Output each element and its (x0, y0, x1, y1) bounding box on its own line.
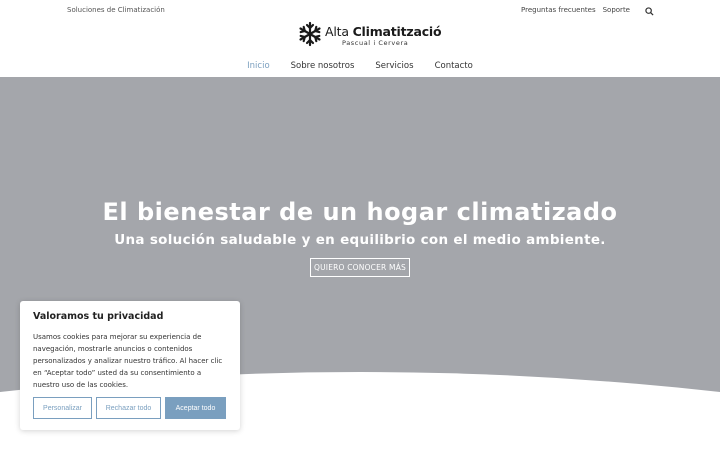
customize-button[interactable]: Personalizar (33, 397, 92, 419)
top-links: Preguntas frecuentes Soporte (521, 6, 630, 14)
nav-item-contacto[interactable]: Contacto (435, 61, 473, 71)
logo-subtitle: Pascual i Cervera (342, 39, 409, 47)
reject-all-button[interactable]: Rechazar todo (96, 397, 161, 419)
support-link[interactable]: Soporte (603, 6, 630, 14)
learn-more-button[interactable]: QUIERO CONOCER MÁS (310, 258, 410, 277)
site-tagline: Soluciones de Climatización (67, 6, 165, 14)
cookie-buttons: Personalizar Rechazar todo Aceptar todo (33, 397, 226, 419)
accept-all-button[interactable]: Aceptar todo (165, 397, 226, 419)
cookie-consent-banner: Valoramos tu privacidad Usamos cookies p… (20, 301, 240, 430)
hero-title: El bienestar de un hogar climatizado (102, 198, 618, 226)
main-nav: Inicio Sobre nosotros Servicios Contacto (0, 61, 720, 71)
cookie-title: Valoramos tu privacidad (33, 311, 164, 322)
nav-item-sobre-nosotros[interactable]: Sobre nosotros (291, 61, 355, 71)
top-bar: Soluciones de Climatización Preguntas fr… (0, 0, 720, 22)
nav-item-servicios[interactable]: Servicios (375, 61, 413, 71)
hero-subtitle: Una solución saludable y en equilibrio c… (114, 232, 606, 248)
logo-brand: Alta Climatització (325, 24, 442, 39)
site-logo[interactable]: Alta Climatització Pascual i Cervera (298, 21, 442, 51)
nav-item-inicio[interactable]: Inicio (247, 61, 270, 71)
cookie-text: Usamos cookies para mejorar su experienc… (33, 333, 223, 389)
search-icon[interactable] (645, 7, 654, 16)
snowflake-icon (299, 21, 321, 47)
faq-link[interactable]: Preguntas frecuentes (521, 6, 596, 14)
